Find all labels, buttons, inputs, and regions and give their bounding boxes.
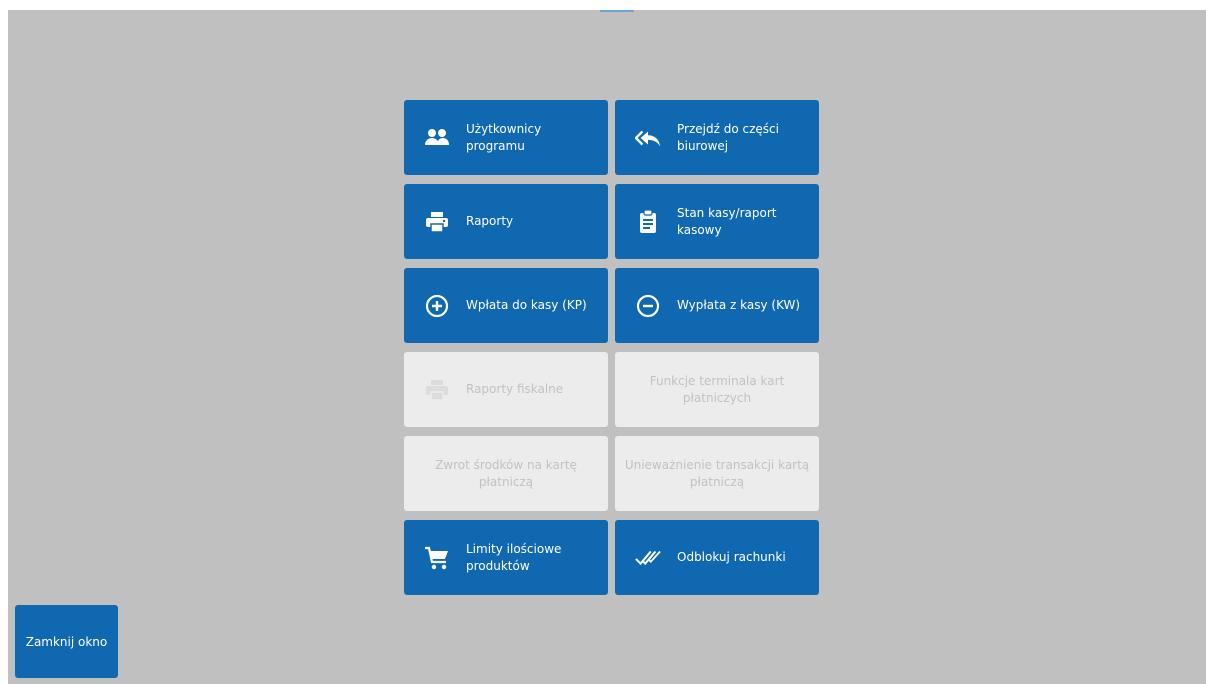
card-transaction-void-label: Unieważnienie transakcji kartą płatniczą	[624, 457, 810, 489]
minus-circle-icon	[635, 293, 661, 319]
fiscal-reports-button[interactable]: Raporty fiskalne	[404, 352, 608, 427]
card-refund-button[interactable]: Zwrot środków na kartę płatniczą	[404, 436, 608, 511]
cash-withdrawal-label: Wypłata z kasy (KW)	[677, 298, 801, 312]
reports-button[interactable]: Raporty	[404, 184, 608, 259]
quantity-limits-label: Limity ilościowe produktów	[466, 541, 562, 573]
fiscal-reports-label: Raporty fiskalne	[466, 382, 564, 396]
reports-label: Raporty	[466, 214, 514, 228]
users-icon	[424, 125, 450, 151]
clipboard-icon	[635, 209, 661, 235]
card-refund-label: Zwrot środków na kartę płatniczą	[435, 457, 577, 489]
back-office-label: Przejdź do części biurowej	[677, 121, 779, 153]
printer-icon	[424, 209, 450, 235]
unlock-bills-label: Odblokuj rachunki	[677, 550, 786, 564]
back-office-button[interactable]: Przejdź do części biurowej	[615, 100, 819, 175]
cart-icon	[424, 545, 450, 571]
cash-deposit-label: Wpłata do kasy (KP)	[466, 298, 587, 312]
top-accent-line	[600, 10, 634, 12]
cash-status-button[interactable]: Stan kasy/raport kasowy	[615, 184, 819, 259]
close-window-label: Zamknij okno	[25, 634, 108, 649]
users-button[interactable]: Użytkownicy programu	[404, 100, 608, 175]
close-window-button[interactable]: Zamknij okno	[15, 605, 118, 678]
cash-withdrawal-button[interactable]: Wypłata z kasy (KW)	[615, 268, 819, 343]
menu-grid: Użytkownicy programu Przejdź do części b…	[404, 100, 819, 595]
unlock-bills-button[interactable]: Odblokuj rachunki	[615, 520, 819, 595]
printer-icon	[424, 377, 450, 403]
double-check-icon	[635, 545, 661, 571]
cash-status-label: Stan kasy/raport kasowy	[677, 205, 777, 237]
cash-deposit-button[interactable]: Wpłata do kasy (KP)	[404, 268, 608, 343]
users-label: Użytkownicy programu	[466, 121, 542, 153]
card-transaction-void-button[interactable]: Unieważnienie transakcji kartą płatniczą	[615, 436, 819, 511]
card-terminal-functions-button[interactable]: Funkcje terminala kart płatniczych	[615, 352, 819, 427]
card-terminal-functions-label: Funkcje terminala kart płatniczych	[649, 373, 785, 405]
quantity-limits-button[interactable]: Limity ilościowe produktów	[404, 520, 608, 595]
plus-circle-icon	[424, 293, 450, 319]
reply-all-icon	[635, 125, 661, 151]
